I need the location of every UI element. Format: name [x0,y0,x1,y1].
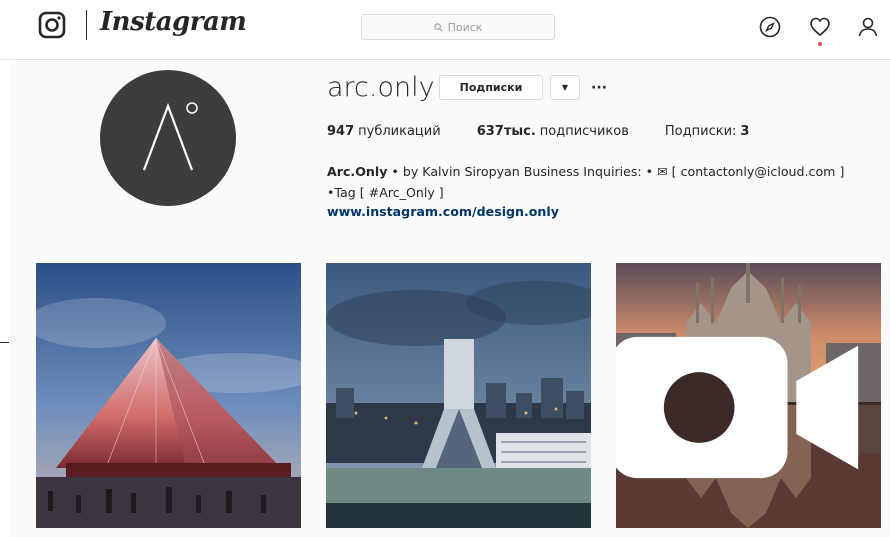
more-icon: ··· [591,79,607,96]
posts-label: публикаций [358,124,441,139]
arc-only-logo [142,102,198,171]
bio-text: • by Kalvin Siropyan Business Inquiries:… [327,164,845,200]
avatar[interactable] [100,70,236,206]
post-thumbnail[interactable] [36,263,301,528]
post-thumbnail[interactable] [616,263,881,528]
following-stat[interactable]: Подписки: 3 [665,124,750,139]
suggestions-dropdown-button[interactable]: ▼ [550,75,580,100]
user-icon[interactable] [856,15,880,39]
video-camera-icon [616,336,859,479]
pyramid-stadium-image [36,263,301,528]
instagram-wordmark[interactable]: Instagram [100,7,247,37]
following-count: 3 [740,124,750,139]
notification-dot [818,42,822,46]
more-options-button[interactable]: ··· [590,75,608,100]
profile-username: arc.only [327,72,435,103]
following-label: Подписки: [664,124,737,139]
followers-stat[interactable]: 637тыс. подписчиков [477,124,629,139]
instagram-logo-icon[interactable] [38,11,66,39]
following-button[interactable]: Подписки [439,75,543,100]
posts-count: 947 [327,124,355,139]
search-placeholder: Поиск [447,20,483,34]
compass-icon[interactable] [758,15,782,39]
heart-icon[interactable] [808,15,832,39]
profile-website-link[interactable]: www.instagram.com/design.only [327,204,559,219]
chevron-down-icon: ▼ [561,83,569,92]
top-navigation-bar: Instagram Поиск [0,0,890,60]
post-thumbnail[interactable] [326,263,591,528]
search-icon [433,22,443,31]
tower-waterfront-image [326,263,591,528]
profile-stats: 947 публикаций 637тыс. подписчиков Подпи… [327,124,785,139]
followers-label: подписчиков [539,124,629,139]
edge-divider [0,342,9,343]
logo-divider [86,10,87,40]
profile-full-name: Arc.Only [327,164,388,179]
search-input[interactable]: Поиск [361,14,555,40]
profile-bio: Arc.Only • by Kalvin Siropyan Business I… [327,161,877,203]
posts-stat: 947 публикаций [327,124,441,139]
followers-count: 637тыс. [476,124,536,139]
